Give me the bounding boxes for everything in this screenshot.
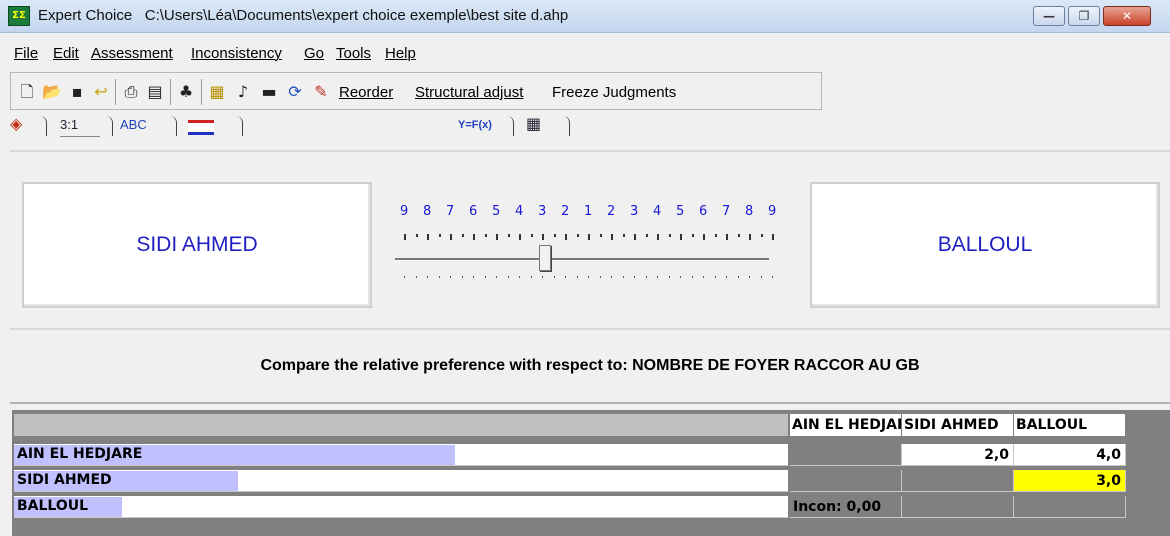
tab-divider bbox=[563, 116, 570, 136]
menu-inconsistency[interactable]: Inconsistency bbox=[191, 45, 282, 62]
criterion-text: Compare the relative preference with res… bbox=[260, 357, 920, 374]
slider-track[interactable] bbox=[395, 258, 769, 261]
color-blocks-icon: ◈ bbox=[10, 116, 23, 133]
new-file-icon[interactable]: 🗋 bbox=[17, 82, 37, 102]
rectangle-icon[interactable]: ▬ bbox=[259, 82, 279, 102]
toolbar-separator bbox=[170, 79, 171, 105]
menu-assessment[interactable]: Assessment bbox=[91, 45, 173, 62]
row-label[interactable]: AIN EL HEDJARE bbox=[14, 444, 788, 466]
minimize-button[interactable]: — bbox=[1033, 6, 1065, 26]
matrix-cell[interactable]: 4,0 bbox=[1014, 444, 1126, 466]
flag-icon bbox=[188, 120, 214, 135]
slider-thumb[interactable] bbox=[539, 245, 551, 271]
matrix-cell bbox=[790, 444, 902, 466]
freeze-judgments-button[interactable]: Freeze Judgments bbox=[552, 84, 676, 101]
file-path: C:\Users\Léa\Documents\expert choice exe… bbox=[144, 7, 569, 24]
toolbar-separator bbox=[201, 79, 202, 105]
tab-divider bbox=[236, 116, 243, 136]
matrix-cell bbox=[902, 470, 1014, 492]
right-alternative[interactable]: BALLOUL bbox=[810, 182, 1160, 308]
matrix-cell[interactable]: 2,0 bbox=[902, 444, 1014, 466]
tab-divider bbox=[170, 116, 177, 136]
menu-bar: File Edit Assessment Inconsistency Go To… bbox=[10, 40, 1160, 68]
title-bar[interactable]: ΣΣ Expert Choice C:\Users\Léa\Documents\… bbox=[0, 0, 1170, 33]
tab-divider bbox=[40, 116, 47, 136]
tab-divider bbox=[106, 116, 113, 136]
magic-wand-icon[interactable]: ✎ bbox=[311, 82, 331, 102]
column-header[interactable]: BALLOUL bbox=[1014, 414, 1126, 436]
tab-verbal[interactable]: ◈ bbox=[10, 114, 40, 136]
close-button[interactable]: ✕ bbox=[1103, 6, 1151, 26]
matrix-cell bbox=[1014, 496, 1126, 518]
grid-icon: ▦ bbox=[526, 116, 542, 133]
tab-graphical[interactable] bbox=[188, 114, 222, 136]
structural-adjust-button[interactable]: Structural adjust bbox=[415, 84, 523, 101]
matrix-cell bbox=[790, 470, 902, 492]
row-label[interactable]: BALLOUL bbox=[14, 496, 788, 518]
row-label[interactable]: SIDI AHMED bbox=[14, 470, 788, 492]
matrix-cell bbox=[902, 496, 1014, 518]
toolbar-separator bbox=[115, 79, 116, 105]
calculator-icon[interactable]: ▦ bbox=[207, 82, 227, 102]
menu-edit[interactable]: Edit bbox=[53, 45, 79, 62]
open-folder-icon[interactable]: 📂 bbox=[42, 82, 62, 102]
criterion-panel: Compare the relative preference with res… bbox=[10, 328, 1170, 404]
app-name: Expert Choice bbox=[38, 7, 133, 24]
menu-go[interactable]: Go bbox=[304, 45, 324, 62]
reorder-button[interactable]: Reorder bbox=[339, 84, 393, 101]
mode-tabs: ◈ 3:1 ABC Y=F(x) ▦ bbox=[10, 114, 610, 138]
window-title: Expert Choice C:\Users\Léa\Documents\exp… bbox=[38, 7, 568, 24]
inconsistency-ratio: Incon: 0,00 bbox=[790, 496, 902, 518]
menu-help[interactable]: Help bbox=[385, 45, 416, 62]
left-alternative[interactable]: SIDI AHMED bbox=[22, 182, 372, 308]
tab-formula[interactable]: Y=F(x) bbox=[458, 114, 504, 136]
column-header[interactable]: SIDI AHMED bbox=[902, 414, 1014, 436]
undo-icon[interactable]: ↩ bbox=[91, 82, 111, 102]
tab-matrix[interactable]: ▦ bbox=[526, 114, 560, 136]
menu-file[interactable]: File bbox=[14, 45, 38, 62]
print-preview-icon[interactable]: ▤ bbox=[145, 82, 165, 102]
maximize-button[interactable]: ❐ bbox=[1068, 6, 1100, 26]
column-header[interactable]: AIN EL HEDJARE bbox=[790, 414, 902, 436]
save-icon[interactable]: ▪ bbox=[67, 82, 87, 102]
comparison-matrix: AIN EL HEDJARE SIDI AHMED BALLOUL AIN EL… bbox=[12, 410, 1170, 536]
row-name: AIN EL HEDJARE bbox=[17, 446, 143, 462]
matrix-header-blank bbox=[14, 414, 788, 436]
row-name: SIDI AHMED bbox=[17, 472, 112, 488]
matrix-cell-selected[interactable]: 3,0 bbox=[1014, 470, 1126, 492]
toolbar: 🗋 📂 ▪ ↩ ⎙ ▤ ♣ ▦ ♪ ▬ ⟳ ✎ Reorder Structur… bbox=[10, 72, 822, 110]
row-name: BALLOUL bbox=[17, 498, 89, 514]
pairwise-judgment-panel: SIDI AHMED BALLOUL bbox=[10, 150, 1170, 324]
tab-numerical[interactable]: 3:1 bbox=[60, 114, 100, 137]
app-logo-icon: ΣΣ bbox=[8, 6, 30, 26]
tree-view-icon[interactable]: ♣ bbox=[176, 82, 196, 102]
menu-tools[interactable]: Tools bbox=[336, 45, 371, 62]
print-icon[interactable]: ⎙ bbox=[121, 82, 141, 102]
refresh-icon[interactable]: ⟳ bbox=[285, 82, 305, 102]
music-note-icon[interactable]: ♪ bbox=[233, 82, 253, 102]
tab-text[interactable]: ABC bbox=[120, 114, 170, 136]
tab-divider bbox=[507, 116, 514, 136]
